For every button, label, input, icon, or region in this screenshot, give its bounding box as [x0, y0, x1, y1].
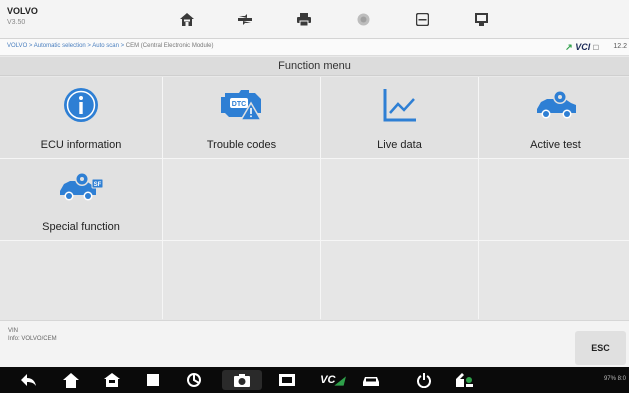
empty-tile: [479, 159, 629, 240]
brand-block: VOLVO V3.50: [7, 6, 38, 28]
info-icon: [64, 88, 98, 122]
system-status: 97% 8:0: [603, 376, 626, 382]
vci-icon: VC: [320, 374, 336, 386]
engine-dtc-icon: DTC: [220, 90, 262, 121]
bottom-info-bar: VIN Info: VOLVO/CEM ESC: [0, 320, 629, 367]
battery-voltage: 12.2: [613, 43, 627, 50]
browser-button[interactable]: [181, 370, 207, 390]
active-test-label: Active test: [530, 139, 581, 151]
data-logging-button[interactable]: [464, 5, 498, 33]
breadcrumb[interactable]: VOLVO > Automatic selection > Auto scan …: [7, 43, 214, 49]
car-special-icon: SF: [60, 172, 104, 201]
empty-tile: [163, 241, 320, 321]
vehicle-menu-icon: [238, 13, 252, 25]
breadcrumb-bar: VOLVO > Automatic selection > Auto scan …: [0, 39, 629, 56]
car-gear-icon: [536, 90, 576, 119]
line-chart-icon: [383, 89, 416, 122]
data-logging-icon: [474, 12, 488, 26]
back-icon: [21, 374, 36, 386]
display-button[interactable]: [274, 370, 300, 390]
function-menu-title: Function menu: [0, 57, 629, 76]
home-icon: [63, 372, 79, 388]
home-button[interactable]: [170, 5, 204, 33]
battery-icon: ☐: [592, 45, 599, 52]
trouble-codes-tile[interactable]: DTC Trouble codes: [163, 77, 320, 158]
esc-button[interactable]: ESC: [575, 331, 626, 365]
save-icon: [415, 12, 429, 26]
live-data-tile[interactable]: Live data: [321, 77, 478, 158]
vci-status-icon: ◢: [335, 374, 344, 387]
system-navigation-bar: VC ◢ 97% 8:0: [0, 367, 629, 393]
breadcrumb-current: CEM (Central Electronic Module): [125, 43, 214, 49]
vci-status: ↗ VCI ☐: [565, 42, 599, 53]
home-nav-button[interactable]: [58, 370, 84, 390]
browser-icon: [187, 373, 201, 387]
car-icon: [363, 376, 379, 386]
vin-label: VIN: [8, 328, 19, 334]
vci-signal-icon: ↗: [565, 42, 573, 52]
ecu-information-tile[interactable]: ECU information: [0, 77, 162, 158]
vci-manager-button[interactable]: VC ◢: [316, 370, 348, 390]
vehicle-info-text: Info: VOLVO/CEM: [8, 336, 57, 342]
brand-name: VOLVO: [7, 6, 38, 16]
ecu-information-label: ECU information: [40, 139, 122, 151]
empty-tile: [321, 241, 478, 321]
special-function-tile[interactable]: SF Special function: [0, 159, 162, 240]
remote-icon: [456, 373, 473, 387]
live-data-label: Live data: [377, 139, 422, 151]
vehicle-button[interactable]: [358, 370, 384, 390]
recent-apps-button[interactable]: [140, 370, 166, 390]
help-button[interactable]: [346, 5, 380, 33]
software-version: V3.50: [7, 19, 26, 26]
vci-label: VCI: [575, 42, 591, 52]
trouble-codes-label: Trouble codes: [206, 139, 277, 151]
special-function-label: Special function: [42, 221, 120, 233]
car-home-icon: [104, 373, 120, 387]
help-icon: [357, 13, 369, 25]
empty-tile: [479, 241, 629, 321]
breadcrumb-path[interactable]: VOLVO > Automatic selection > Auto scan …: [7, 43, 126, 49]
vehicle-info: VIN Info: VOLVO/CEM: [8, 327, 57, 343]
camera-button[interactable]: [222, 370, 262, 390]
home-icon: [180, 12, 194, 26]
empty-tile: [0, 241, 162, 321]
power-icon: [417, 372, 431, 388]
svg-text:DTC: DTC: [231, 101, 245, 108]
recent-apps-icon: [147, 374, 159, 386]
power-button[interactable]: [411, 370, 437, 390]
function-grid: ECU information DTC Trouble codes Live d…: [0, 77, 629, 321]
active-test-tile[interactable]: Active test: [479, 77, 629, 158]
empty-tile: [163, 159, 320, 240]
save-button[interactable]: [405, 5, 439, 33]
remote-support-button[interactable]: [452, 370, 478, 390]
top-toolbar: VOLVO V3.50: [0, 0, 629, 39]
print-icon: [297, 12, 311, 26]
display-icon: [279, 374, 295, 386]
svg-text:SF: SF: [94, 182, 102, 188]
back-button[interactable]: [16, 370, 42, 390]
print-button[interactable]: [287, 5, 321, 33]
car-home-button[interactable]: [99, 370, 125, 390]
camera-icon: [234, 373, 250, 387]
empty-tile: [321, 159, 478, 240]
vehicle-menu-button[interactable]: [228, 5, 262, 33]
